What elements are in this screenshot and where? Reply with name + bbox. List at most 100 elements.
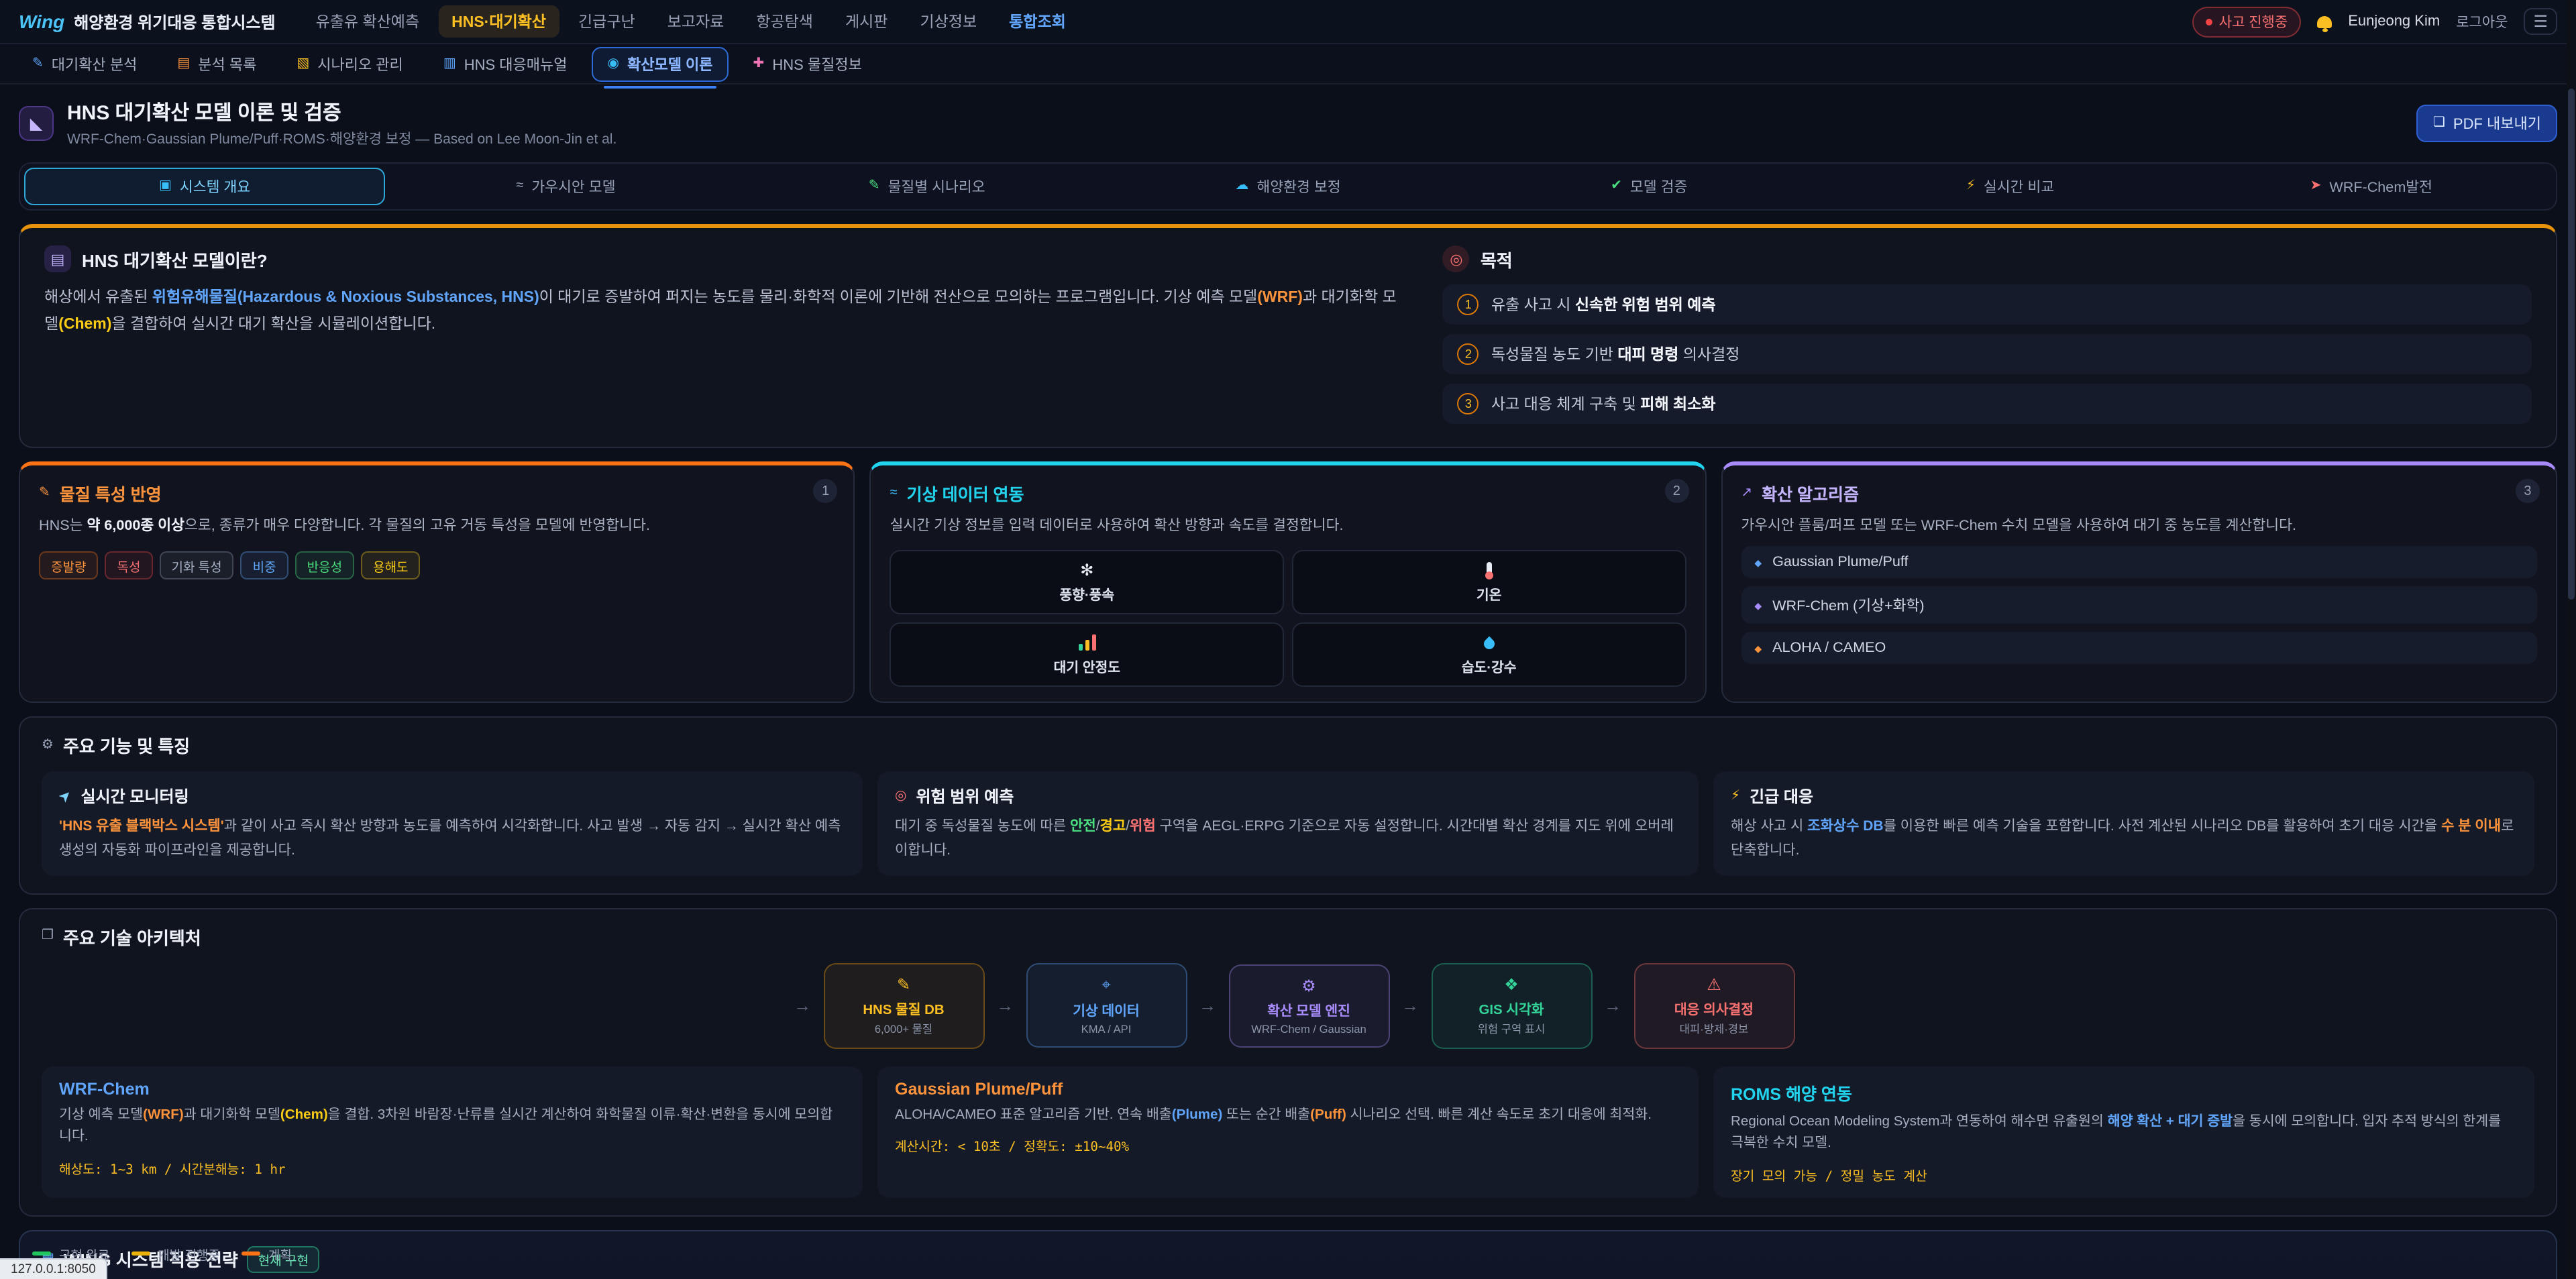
subnav-tab[interactable]: ▤ 분석 목록 bbox=[161, 46, 272, 81]
subnav-tab[interactable]: ✎ 대기확산 분석 bbox=[16, 46, 153, 81]
ruler-icon: ◣ bbox=[19, 106, 54, 141]
purpose-item: 1 유출 사고 시 신속한 위험 범위 예측 bbox=[1443, 284, 2532, 325]
what-is-text: 해상에서 유출된 위험유해물질(Hazardous & Noxious Subs… bbox=[44, 284, 1405, 339]
humidity-tile: 습도·강수 bbox=[1292, 623, 1686, 687]
main-nav: 유출유 확산예측 HNS·대기확산 긴급구난 보고자료 항공탐색 게시판 기상정… bbox=[303, 5, 2192, 38]
droplet-icon bbox=[1481, 636, 1497, 651]
wing-strategy-section: ▦ WING 시스템 적용 전략 현재 구현 ✎ HNS DB 연동 CHRIS… bbox=[19, 1230, 2557, 1279]
risk-panel: ◎ 위험 범위 예측 대기 중 독성물질 농도에 따른 안전/경고/위험 구역을… bbox=[877, 772, 1699, 876]
nav-item[interactable]: 보고자료 bbox=[654, 5, 738, 38]
nav-item[interactable]: 유출유 확산예측 bbox=[303, 5, 433, 38]
section-tab[interactable]: ✔ 모델 검증 bbox=[1468, 168, 1829, 205]
section-tab[interactable]: ✎ 물질별 시나리오 bbox=[747, 168, 1108, 205]
algorithm-item: Gaussian Plume/Puff bbox=[1741, 547, 2537, 579]
nav-item[interactable]: 통합조회 bbox=[996, 5, 1079, 38]
wrf-chem-specs: 해상도: 1~3 km / 시간분해능: 1 hr bbox=[59, 1159, 845, 1178]
nav-item[interactable]: 게시판 bbox=[832, 5, 902, 38]
wind-icon: ≈ bbox=[890, 486, 898, 500]
section-tab[interactable]: ➤ WRF-Chem발전 bbox=[2191, 168, 2552, 205]
purpose-title: 목적 bbox=[1481, 246, 1513, 272]
map-icon: ❖ bbox=[1440, 975, 1582, 994]
roms-specs: 장기 모의 가능 / 정밀 농도 계산 bbox=[1731, 1166, 2517, 1184]
nav-item[interactable]: 항공탐색 bbox=[743, 5, 826, 38]
app-root: Wing 해양환경 위기대응 통합시스템 유출유 확산예측 HNS·대기확산 긴… bbox=[0, 0, 2576, 1279]
section-tab[interactable]: ⚡ 실시간 비교 bbox=[1829, 168, 2190, 205]
gear-icon: ⚙ bbox=[1238, 977, 1380, 995]
section-tab[interactable]: ▣ 시스템 개요 bbox=[24, 168, 385, 205]
flow-step: ✎ HNS 물질 DB 6,000+ 물질 bbox=[782, 963, 984, 1049]
arrow-right-icon bbox=[794, 996, 811, 1016]
red-dot-icon bbox=[2206, 18, 2212, 25]
brand[interactable]: Wing 해양환경 위기대응 통합시스템 bbox=[19, 10, 276, 33]
page-title: HNS 대기확산 모델 이론 및 검증 bbox=[67, 98, 616, 126]
subnav-tab[interactable]: ◉ 확산모델 이론 bbox=[592, 46, 729, 81]
stability-chart-icon bbox=[1078, 634, 1095, 651]
purpose-item: 2 독성물질 농도 기반 대피 명령 의사결정 bbox=[1443, 334, 2532, 374]
target-icon: ◎ bbox=[895, 790, 906, 803]
subnav-tab[interactable]: ▧ 시나리오 관리 bbox=[280, 46, 419, 81]
pdf-export-button[interactable]: ❏ PDF 내보내기 bbox=[2417, 105, 2557, 142]
scrollbar-thumb[interactable] bbox=[2568, 89, 2575, 600]
nav-item[interactable]: 기상정보 bbox=[906, 5, 990, 38]
brand-title: 해양환경 위기대응 통합시스템 bbox=[74, 10, 275, 33]
scrollbar[interactable] bbox=[2567, 0, 2576, 1279]
pencil-icon: ✎ bbox=[32, 57, 44, 70]
clipboard-icon: ▤ bbox=[177, 57, 190, 70]
user-name: Eunjeong Kim bbox=[2348, 13, 2440, 30]
diamond-bullet-icon bbox=[1754, 598, 1762, 614]
purpose-panel: ◎ 목적 1 유출 사고 시 신속한 위험 범위 예측 2 독성물질 농도 기반… bbox=[1443, 245, 2532, 433]
what-is-panel: ▤ HNS 대기확산 모델이란? 해상에서 유출된 위험유해물질(Hazardo… bbox=[44, 245, 1405, 433]
gaussian-panel: Gaussian Plume/Puff ALOHA/CAMEO 표준 알고리즘 … bbox=[877, 1066, 1699, 1198]
property-chip: 기화 특성 bbox=[159, 552, 233, 580]
pipeline-flow: ✎ HNS 물질 DB 6,000+ 물질 ⌖ 기상 데이터 KMA / API bbox=[42, 963, 2534, 1049]
monitoring-text: 'HNS 유출 블랙박스 시스템'과 같이 사고 즉시 확산 방향과 농도를 예… bbox=[59, 816, 845, 863]
property-chip: 독성 bbox=[105, 552, 152, 580]
flow-step: ❖ GIS 시각화 위험 구역 표시 bbox=[1389, 963, 1592, 1049]
monitoring-panel: ➤ 실시간 모니터링 'HNS 유출 블랙박스 시스템'과 같이 사고 즉시 확… bbox=[42, 772, 863, 876]
rocket-icon: ➤ bbox=[2310, 180, 2322, 193]
diamond-bullet-icon bbox=[1754, 641, 1762, 657]
legend-swatch-icon bbox=[131, 1252, 150, 1256]
purpose-item: 3 사고 대응 체계 구축 및 피해 최소화 bbox=[1443, 384, 2532, 424]
nav-item[interactable]: HNS·대기확산 bbox=[438, 5, 559, 38]
pencil-icon: ✎ bbox=[833, 975, 975, 994]
flow-box: ⚠ 대응 의사결정 대피·방제·경보 bbox=[1633, 963, 1794, 1049]
nav-item[interactable]: 긴급구난 bbox=[565, 5, 649, 38]
property-chip: 증발량 bbox=[39, 552, 98, 580]
legend-item: 개발 진행중 bbox=[131, 1244, 220, 1263]
concept-cards-row: ✎ 물질 특성 반영 1 HNS는 약 6,000종 이상으로, 종류가 매우 … bbox=[19, 461, 2557, 704]
gear-icon: ⚙ bbox=[42, 739, 54, 753]
legend-swatch-icon bbox=[241, 1252, 260, 1256]
rocket-icon: ➤ bbox=[55, 786, 76, 807]
property-chip: 반응성 bbox=[295, 552, 354, 580]
temperature-tile: 기온 bbox=[1292, 551, 1686, 615]
print-icon: ❏ bbox=[2433, 117, 2445, 130]
wind-fan-icon: ✻ bbox=[1080, 561, 1093, 579]
material-properties-card: ✎ 물질 특성 반영 1 HNS는 약 6,000종 이상으로, 종류가 매우 … bbox=[19, 461, 855, 704]
weather-tiles: ✻ 풍향·풍속 기온 대기 안정도 습도·강수 bbox=[890, 551, 1686, 687]
page-subtitle: WRF-Chem·Gaussian Plume/Puff·ROMS·해양환경 보… bbox=[67, 129, 616, 149]
what-is-title: HNS 대기확산 모델이란? bbox=[82, 246, 268, 272]
section-tab[interactable]: ≈ 가우시안 모델 bbox=[385, 168, 746, 205]
subnav-tab[interactable]: ✚ HNS 물질정보 bbox=[737, 46, 878, 81]
menu-icon[interactable]: ☰ bbox=[2524, 8, 2557, 35]
monitor-icon: ▣ bbox=[159, 180, 172, 193]
property-chip: 용해도 bbox=[361, 552, 420, 580]
bell-icon[interactable] bbox=[2317, 15, 2332, 27]
algorithm-card: ↗ 확산 알고리즘 3 가우시안 플룸/퍼프 모델 또는 WRF-Chem 수치… bbox=[1721, 461, 2557, 704]
subnav-tab[interactable]: ▥ HNS 대응매뉴얼 bbox=[427, 46, 584, 81]
features-section: ⚙ 주요 기능 및 특징 ➤ 실시간 모니터링 'HNS 유출 블랙박스 시스템… bbox=[19, 717, 2557, 895]
numbered-circle-icon: 1 bbox=[1458, 294, 1479, 315]
gaussian-text: ALOHA/CAMEO 표준 알고리즘 기반. 연속 배출(Plume) 또는 … bbox=[895, 1105, 1681, 1127]
incident-status-badge[interactable]: 사고 진행중 bbox=[2192, 6, 2301, 37]
flow-step: ⌖ 기상 데이터 KMA / API bbox=[984, 964, 1187, 1048]
algorithm-item: WRF-Chem (기상+화학) bbox=[1741, 587, 2537, 624]
arrow-right-icon bbox=[1401, 996, 1419, 1016]
section-tab[interactable]: ☁ 해양환경 보정 bbox=[1108, 168, 1468, 205]
brand-logo: Wing bbox=[19, 11, 64, 32]
logout-button[interactable]: 로그아웃 bbox=[2456, 11, 2508, 32]
algorithm-item: ALOHA / CAMEO bbox=[1741, 632, 2537, 665]
browser-status-tooltip: 127.0.0.1:8050 bbox=[0, 1258, 108, 1279]
architecture-section: ❒ 주요 기술 아키텍처 ✎ HNS 물질 DB 6,000+ 물질 bbox=[19, 908, 2557, 1217]
roms-panel: ROMS 해양 연동 Regional Ocean Modeling Syste… bbox=[1713, 1066, 2534, 1198]
